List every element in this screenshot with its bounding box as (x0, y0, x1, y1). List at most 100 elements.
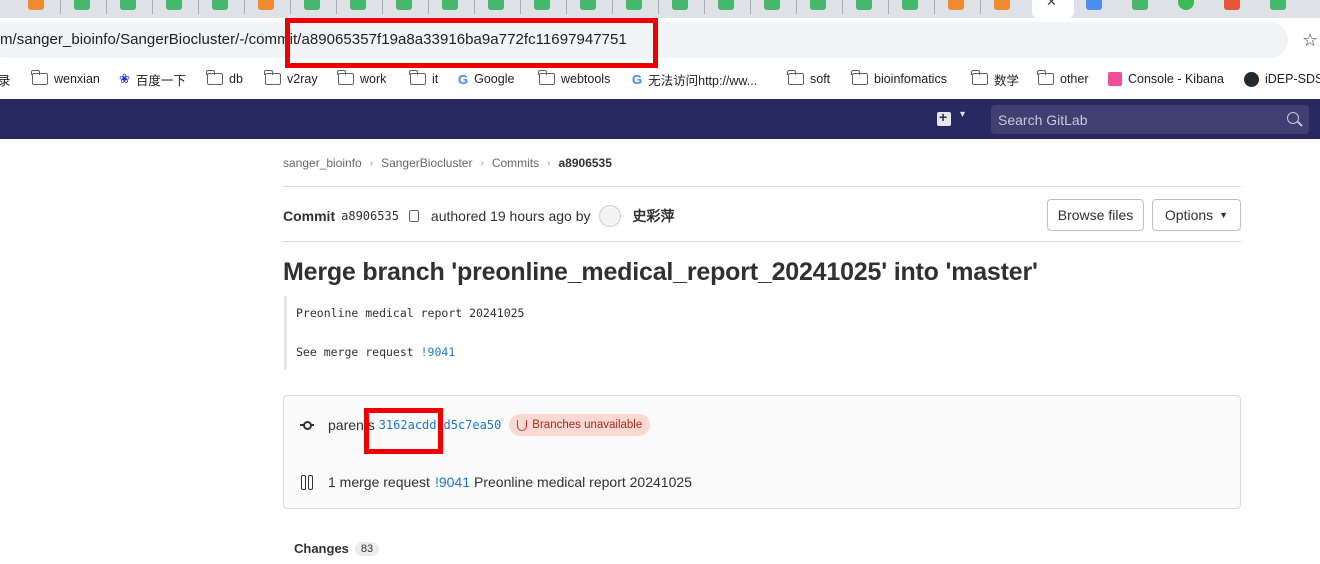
merge-request-title[interactable]: Preonline medical report 20241025 (474, 474, 692, 490)
search-placeholder: Search GitLab (998, 112, 1088, 128)
tab-favicon-icon[interactable] (120, 0, 136, 10)
tab-favicon-icon[interactable] (258, 0, 274, 10)
tab-favicon-icon[interactable] (28, 0, 44, 10)
merge-request-link[interactable]: !9041 (421, 345, 456, 359)
bookmark-item[interactable]: it (409, 70, 438, 87)
bookmark-item[interactable]: wenxian (31, 70, 100, 87)
tab-favicon-icon[interactable] (718, 0, 734, 10)
avatar[interactable] (598, 205, 621, 227)
folder-icon (337, 70, 354, 85)
bookmark-item[interactable]: soft (787, 70, 830, 87)
tab-favicon-icon[interactable] (1086, 0, 1102, 10)
search-icon[interactable] (1287, 112, 1299, 124)
tab-favicon-icon[interactable] (856, 0, 872, 10)
google-icon: G (632, 71, 643, 87)
tab-favicon-icon[interactable] (580, 0, 596, 10)
google-icon: G (458, 71, 469, 87)
url-text[interactable]: m/sanger_bioinfo/SangerBiocluster/-/comm… (0, 31, 627, 48)
tab-changes[interactable]: Changes 83 (294, 541, 380, 556)
breadcrumb-current[interactable]: a8906535 (559, 156, 612, 170)
folder-icon (538, 70, 555, 85)
bookmark-item[interactable]: db (206, 70, 243, 87)
tab-favicon-icon[interactable] (672, 0, 688, 10)
kibana-icon (1108, 72, 1122, 86)
tab-favicon-icon[interactable] (212, 0, 228, 10)
chevron-right-icon: › (480, 157, 484, 169)
copy-icon[interactable] (408, 210, 419, 222)
browse-files-button[interactable]: Browse files (1047, 199, 1144, 231)
tab-favicon-icon[interactable] (396, 0, 412, 10)
commit-label: Commit (283, 208, 336, 224)
merge-request-icon (300, 474, 314, 490)
tab-favicon-icon[interactable] (488, 0, 504, 10)
bookmark-item[interactable]: 录 (0, 71, 11, 88)
folder-icon (971, 70, 988, 85)
merge-request-count: 1 merge request (328, 474, 430, 490)
status-badge: Branches unavailable (509, 414, 651, 436)
tab-favicon-icon[interactable] (810, 0, 826, 10)
parents-row: parents 3162acdd d5c7ea50 Branches unava… (300, 413, 651, 437)
bookmark-item[interactable]: v2ray (264, 70, 318, 87)
breadcrumb-item[interactable]: SangerBiocluster (381, 156, 472, 170)
tab-favicon-icon[interactable] (994, 0, 1010, 10)
bookmark-item[interactable]: webtools (538, 70, 610, 87)
bookmarks-bar: 录 wenxian ❀ 百度一下 db v2ray work it G Google… (0, 62, 1320, 96)
breadcrumb-item[interactable]: Commits (492, 156, 539, 170)
bookmark-item[interactable]: G Google (458, 71, 514, 87)
folder-icon (1037, 70, 1054, 85)
search-input[interactable]: Search GitLab (991, 105, 1309, 134)
tab-favicon-icon[interactable] (1270, 0, 1286, 10)
tab-favicon-icon[interactable] (948, 0, 964, 10)
branch-icon (517, 419, 528, 431)
parent-sha-link[interactable]: 3162acdd (379, 418, 437, 432)
tab-favicon-icon[interactable] (534, 0, 550, 10)
author-name[interactable]: 史彩萍 (633, 206, 675, 226)
tab-favicon-icon[interactable] (304, 0, 320, 10)
authored-text: authored 19 hours ago by (430, 208, 591, 224)
bookmark-item[interactable]: 数学 (971, 70, 1019, 88)
description-line: See merge request !9041 (296, 345, 456, 359)
bookmark-item[interactable]: other (1037, 70, 1089, 87)
chevron-down-icon[interactable]: ▾ (960, 109, 965, 120)
tab-favicon-icon[interactable] (74, 0, 90, 10)
folder-icon (409, 70, 426, 85)
new-plus-icon[interactable] (937, 109, 951, 126)
options-dropdown[interactable]: Options ▼ (1152, 199, 1241, 231)
tab-favicon-icon[interactable] (442, 0, 458, 10)
tab-favicon-icon[interactable] (902, 0, 918, 10)
tab-favicon-icon[interactable] (350, 0, 366, 10)
chevron-down-icon: ▼ (1219, 210, 1229, 220)
divider (283, 241, 1241, 242)
merge-request-link[interactable]: !9041 (435, 474, 470, 490)
divider (283, 186, 1241, 187)
bookmark-item[interactable]: bioinfomatics (851, 70, 947, 87)
parents-label: parents (328, 417, 375, 433)
tab-favicon-icon[interactable] (626, 0, 642, 10)
bookmark-star-icon[interactable]: ☆ (1302, 30, 1318, 51)
folder-icon (206, 70, 223, 85)
bookmark-item[interactable]: Console - Kibana (1108, 71, 1224, 87)
bookmark-item[interactable]: work (337, 70, 386, 87)
tab-favicon-icon[interactable] (166, 0, 182, 10)
tab-favicon-icon[interactable] (1224, 0, 1240, 10)
commit-title: Merge branch 'preonline_medical_report_2… (283, 258, 1038, 286)
folder-icon (264, 70, 281, 85)
address-bar: m/sanger_bioinfo/SangerBiocluster/-/comm… (0, 18, 1320, 62)
bookmark-item[interactable]: G 无法访问http://ww... (632, 71, 757, 88)
bookmark-item[interactable]: ❀ 百度一下 (119, 71, 186, 88)
close-icon[interactable]: ✕ (1046, 0, 1057, 10)
description-line: Preonline medical report 20241025 (296, 306, 525, 320)
active-tab[interactable]: ✕ (1032, 0, 1074, 18)
parent-sha-link[interactable]: d5c7ea50 (444, 418, 502, 432)
folder-icon (851, 70, 868, 85)
folder-icon (787, 70, 804, 85)
commit-icon (300, 418, 314, 432)
commit-info-box: parents 3162acdd d5c7ea50 Branches unava… (283, 395, 1241, 509)
breadcrumb: sanger_bioinfo › SangerBiocluster › Comm… (283, 156, 612, 170)
breadcrumb-item[interactable]: sanger_bioinfo (283, 156, 362, 170)
chevron-right-icon: › (547, 157, 551, 169)
bookmark-item[interactable]: iDEP-SDS (1244, 71, 1320, 87)
tab-favicon-icon[interactable] (1132, 0, 1148, 10)
tab-favicon-icon[interactable] (1178, 0, 1194, 10)
tab-favicon-icon[interactable] (764, 0, 780, 10)
